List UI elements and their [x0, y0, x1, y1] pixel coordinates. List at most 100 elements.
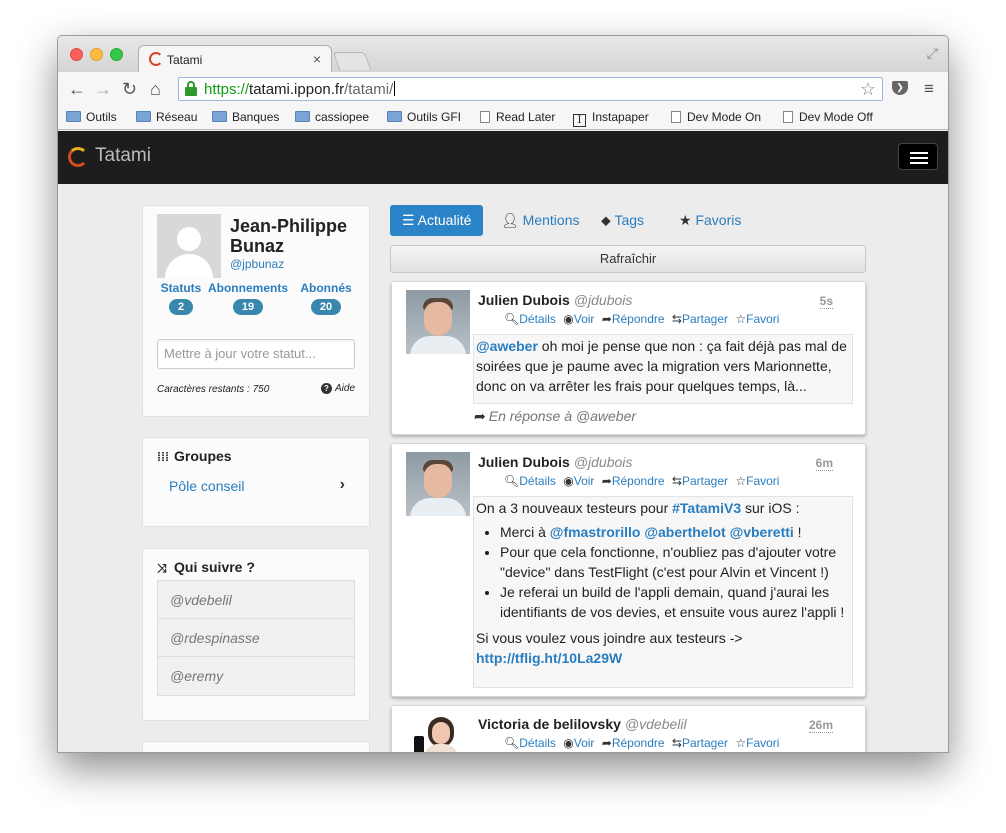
bookmarks-bar: Outils Réseau Banques cassiopee Outils G…: [58, 106, 948, 130]
details-link[interactable]: 🔍︎Détails: [504, 312, 556, 326]
tab-close-icon[interactable]: ×: [313, 51, 321, 67]
status-card[interactable]: Julien Dubois @jdubois 6m 🔍︎Détails ◉Voir…: [391, 443, 866, 697]
mention-link[interactable]: @fmastrorillo @aberthelot @vberetti: [550, 524, 794, 540]
search-icon: 🔍︎: [504, 312, 520, 326]
reply-icon: ➦: [601, 474, 612, 488]
view-link[interactable]: ◉Voir: [563, 474, 594, 488]
count-badge: 2: [169, 299, 193, 315]
who-to-follow-title: ⤨ Qui suivre ?: [157, 559, 255, 575]
stat-abonnements[interactable]: Abonnements 19: [203, 281, 293, 315]
chars-remaining: Caractères restants : 750: [157, 384, 270, 395]
author-avatar[interactable]: [406, 714, 470, 752]
share-link[interactable]: ⇆Partager: [672, 736, 728, 750]
suggestion-item[interactable]: @vdebelil: [158, 581, 354, 619]
favorite-link[interactable]: ☆Favori: [735, 312, 779, 326]
details-link[interactable]: 🔍︎Détails: [504, 474, 556, 488]
tab-tags[interactable]: ⬥ Tags: [589, 205, 656, 236]
suggestion-item[interactable]: @eremy: [158, 657, 354, 695]
tags-icon: ⬥: [601, 212, 615, 228]
stat-statuts[interactable]: Statuts 2: [157, 281, 205, 315]
bookmark-link[interactable]: Dev Mode Off: [783, 110, 873, 124]
favorite-link[interactable]: ☆Favori: [735, 474, 779, 488]
status-card[interactable]: Julien Dubois @jdubois 5s 🔍︎Détails ◉Voir…: [391, 281, 866, 435]
status-time: 26m: [808, 718, 833, 733]
retweet-icon: ⇆: [671, 312, 682, 326]
external-link[interactable]: http://tflig.ht/10La29W: [476, 650, 622, 666]
count-badge: 20: [311, 299, 341, 315]
author-avatar[interactable]: [406, 452, 470, 516]
avatar[interactable]: [157, 214, 221, 278]
bookmark-folder[interactable]: Réseau: [136, 110, 197, 124]
share-link[interactable]: ⇆Partager: [672, 312, 728, 326]
refresh-button[interactable]: Rafraîchir: [390, 245, 866, 273]
browser-tab[interactable]: Tatami ×: [138, 45, 332, 73]
minimize-window-button[interactable]: [90, 48, 103, 61]
folder-icon: [387, 111, 402, 122]
pocket-icon[interactable]: ❯: [892, 81, 908, 95]
tab-title: Tatami: [167, 53, 203, 67]
stat-abonnes[interactable]: Abonnés 20: [293, 281, 359, 315]
in-reply-to[interactable]: ➦ En réponse à @aweber: [474, 408, 636, 425]
bookmark-link[interactable]: I Instapaper: [573, 110, 649, 127]
back-arrow-icon[interactable]: ←: [68, 79, 86, 100]
bookmark-folder[interactable]: Outils: [66, 110, 117, 124]
favorite-link[interactable]: ☆Favori: [735, 736, 779, 750]
lock-icon: [185, 81, 197, 96]
sidebar-card: [142, 741, 370, 752]
status-author[interactable]: Julien Dubois @jdubois: [478, 292, 632, 308]
hashtag-link[interactable]: #TatamiV3: [672, 500, 741, 516]
page-viewport: Tatami Jean-Philippe Bunaz @jpbunaz Stat…: [58, 131, 948, 752]
forward-arrow-icon[interactable]: →: [94, 79, 112, 100]
suggestion-list: @vdebelil @rdespinasse @eremy: [157, 580, 355, 696]
folder-icon: [212, 111, 227, 122]
mention-link[interactable]: @aweber: [476, 338, 538, 354]
grid-icon: ⁞⁞⁞: [157, 450, 169, 464]
star-outline-icon: ☆: [735, 736, 747, 750]
tab-actualite[interactable]: ☰ Actualité: [390, 205, 484, 236]
suggestion-item[interactable]: @rdespinasse: [158, 619, 354, 657]
author-avatar[interactable]: [406, 290, 470, 354]
status-card[interactable]: Victoria de belilovsky @vdebelil 26m 🔍︎Dé…: [391, 705, 866, 752]
chevron-right-icon[interactable]: ›: [340, 476, 345, 494]
group-link[interactable]: Pôle conseil: [169, 478, 245, 494]
fullscreen-icon[interactable]: ⤢: [927, 45, 938, 62]
help-link[interactable]: ? Aide: [320, 383, 355, 394]
reload-icon[interactable]: ↻: [122, 79, 137, 100]
chrome-menu-icon[interactable]: ≡: [924, 79, 934, 99]
status-input[interactable]: Mettre à jour votre statut...: [157, 339, 355, 369]
bookmark-link[interactable]: Read Later: [480, 110, 555, 124]
bookmark-folder[interactable]: cassiopee: [295, 110, 369, 124]
who-to-follow-card: ⤨ Qui suivre ? @vdebelil @rdespinasse @er…: [142, 548, 370, 721]
tab-mentions[interactable]: 👤︎ Mentions: [489, 205, 591, 236]
list-item: Je referai un build de l'appli demain, q…: [500, 582, 850, 622]
brand-link[interactable]: Tatami: [95, 145, 151, 167]
view-link[interactable]: ◉Voir: [563, 312, 594, 326]
tatami-logo-icon: [68, 147, 88, 167]
close-window-button[interactable]: [70, 48, 83, 61]
profile-handle[interactable]: @jpbunaz: [230, 257, 284, 271]
home-icon[interactable]: ⌂: [150, 79, 161, 100]
reply-link[interactable]: ➦Répondre: [602, 736, 665, 750]
bookmark-link[interactable]: Dev Mode On: [671, 110, 761, 124]
new-tab-button[interactable]: [332, 52, 372, 70]
reply-link[interactable]: ➦Répondre: [602, 474, 665, 488]
tab-favoris[interactable]: ★ Favoris: [667, 205, 753, 236]
view-link[interactable]: ◉Voir: [563, 736, 594, 750]
zoom-window-button[interactable]: [110, 48, 123, 61]
search-icon: 🔍︎: [504, 474, 520, 488]
status-author[interactable]: Julien Dubois @jdubois: [478, 454, 632, 470]
browser-window: Tatami × ⤢ ← → ↻ ⌂ https://tatami.ippon.…: [57, 35, 949, 753]
bookmark-folder[interactable]: Banques: [212, 110, 279, 124]
bookmark-folder[interactable]: Outils GFI: [387, 110, 461, 124]
bookmark-star-icon[interactable]: ☆: [860, 79, 876, 100]
details-link[interactable]: 🔍︎Détails: [504, 736, 556, 750]
list-item: Merci à @fmastrorillo @aberthelot @vbere…: [500, 522, 850, 542]
status-author[interactable]: Victoria de belilovsky @vdebelil: [478, 716, 687, 732]
address-bar[interactable]: https://tatami.ippon.fr/tatami/ ☆: [178, 77, 883, 101]
title-bar: Tatami × ⤢: [58, 36, 948, 73]
share-link[interactable]: ⇆Partager: [672, 474, 728, 488]
star-icon: ★: [679, 212, 696, 228]
reply-link[interactable]: ➦Répondre: [602, 312, 665, 326]
hamburger-menu-button[interactable]: [898, 143, 938, 170]
reply-icon: ➦: [601, 736, 612, 750]
